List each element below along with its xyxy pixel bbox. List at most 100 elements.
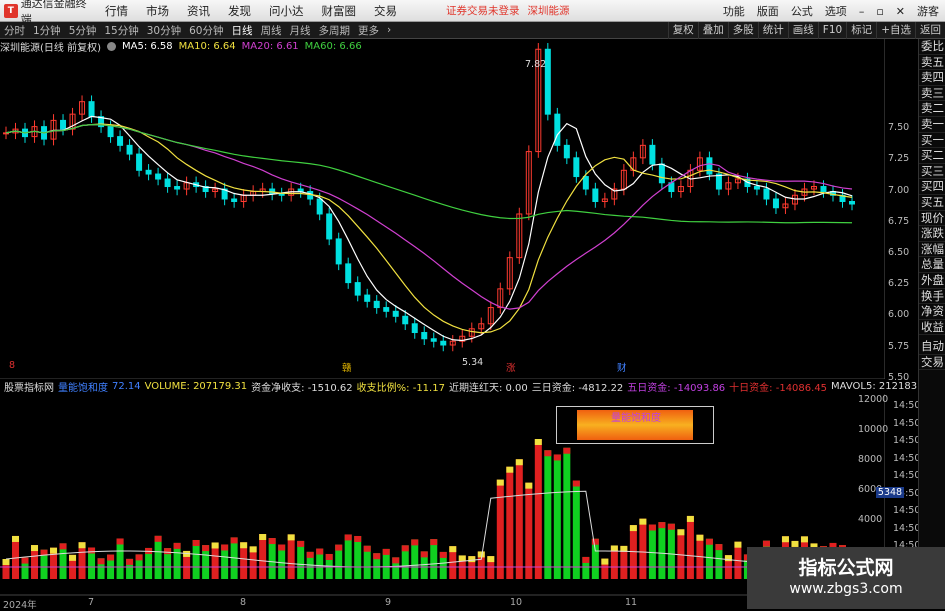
period-multi[interactable]: 多周期 <box>315 23 355 38</box>
sidebar-item[interactable]: 总量 <box>919 257 945 273</box>
price-tick: 7.25 <box>888 153 910 165</box>
sidebar-item[interactable]: 换手 <box>919 289 945 305</box>
volume-bar <box>686 515 694 579</box>
price-tick: 5.75 <box>888 340 910 352</box>
volume-cap <box>420 551 428 558</box>
menu-xuanxiang[interactable]: 选项 <box>819 3 853 19</box>
period-30min[interactable]: 30分钟 <box>143 23 185 38</box>
menu-gongneng[interactable]: 功能 <box>717 3 751 19</box>
sidebar-item[interactable]: 外盘 <box>919 273 945 289</box>
red-days-value: 近期连红天: 0.00 <box>448 383 528 394</box>
maximize-icon[interactable]: ▫ <box>870 5 889 18</box>
period-1min[interactable]: 1分钟 <box>29 23 65 38</box>
event-marker[interactable]: 财 <box>617 360 627 374</box>
sidebar-item[interactable]: 涨跌 <box>919 226 945 242</box>
chevron-right-icon[interactable]: › <box>383 24 395 36</box>
period-5min[interactable]: 5分钟 <box>65 23 101 38</box>
sidebar-item[interactable]: 自动 <box>919 339 945 355</box>
tool-duogu[interactable]: 多股 <box>727 22 758 39</box>
guest-label[interactable]: 游客 <box>911 3 945 19</box>
menu-wenxiaoda[interactable]: 问小达 <box>260 3 313 19</box>
period-15min[interactable]: 15分钟 <box>100 23 142 38</box>
sidebar-item[interactable]: 买五 <box>919 195 945 211</box>
sidebar-item[interactable]: 买二 <box>919 148 945 164</box>
menu-hangqing[interactable]: 行情 <box>96 3 137 19</box>
volume-cap <box>31 545 39 552</box>
tool-huaxian[interactable]: 画线 <box>787 22 818 39</box>
indicator-value: 72.14 <box>112 381 141 392</box>
volume-bar <box>525 482 533 579</box>
tool-fanhui[interactable]: 返回 <box>915 22 945 39</box>
sidebar-item[interactable]: 买一 <box>919 133 945 149</box>
sidebar-item[interactable]: 买三 <box>919 164 945 180</box>
volume-cap <box>240 542 248 549</box>
event-marker[interactable]: 赣 <box>342 360 352 374</box>
candle-body <box>763 188 770 200</box>
menu-shichang[interactable]: 市场 <box>137 3 178 19</box>
candle-body <box>563 144 570 159</box>
tool-tongji[interactable]: 统计 <box>757 22 788 39</box>
tool-f10[interactable]: F10 <box>817 22 846 39</box>
period-month[interactable]: 月线 <box>286 23 315 38</box>
event-marker[interactable]: 8 <box>9 360 15 371</box>
fund5-value: 五日资金: -14093.86 <box>627 383 726 394</box>
volume-cap <box>800 536 808 543</box>
tool-diejia[interactable]: 叠加 <box>697 22 728 39</box>
volume-cap <box>278 544 286 551</box>
candle-body <box>335 238 342 265</box>
sidebar-item[interactable]: 现价 <box>919 211 945 227</box>
price-chart[interactable] <box>0 39 885 609</box>
menu-faxian[interactable]: 发现 <box>219 3 260 19</box>
sidebar-item[interactable]: 买四 <box>919 179 945 195</box>
volume-cap <box>534 439 542 445</box>
menu-jiaoyi[interactable]: 交易 <box>365 3 406 19</box>
volume-cap <box>173 542 181 549</box>
tool-zixuan[interactable]: +自选 <box>876 22 915 39</box>
period-more[interactable]: 更多 <box>354 23 383 38</box>
sidebar-item[interactable]: 卖一 <box>919 117 945 133</box>
candle-body <box>297 188 304 193</box>
price-low-label: 5.34 <box>462 357 484 368</box>
date-label: 9 <box>385 597 392 608</box>
menu-gongshi[interactable]: 公式 <box>785 3 819 19</box>
volume-cap <box>401 545 409 552</box>
sidebar-item[interactable]: 卖五 <box>919 55 945 71</box>
volume-cap <box>563 447 571 454</box>
period-day[interactable]: 日线 <box>228 23 257 38</box>
candle-body <box>155 173 162 180</box>
candle-body <box>174 186 181 190</box>
period-week[interactable]: 周线 <box>257 23 286 38</box>
sidebar-item[interactable]: 卖二 <box>919 101 945 117</box>
candle-body <box>278 193 285 196</box>
sidebar-item[interactable]: 卖四 <box>919 70 945 86</box>
sidebar-item[interactable]: 卖三 <box>919 86 945 102</box>
volume-bar <box>354 535 362 579</box>
close-icon[interactable]: ✕ <box>890 5 911 18</box>
tool-fuquan[interactable]: 复权 <box>667 22 698 39</box>
event-marker[interactable]: 涨 <box>506 360 516 374</box>
sidebar-item[interactable]: 收益 <box>919 320 945 336</box>
period-fenshi[interactable]: 分时 <box>0 23 29 38</box>
volume-cap <box>135 554 143 561</box>
candle-body <box>573 157 580 178</box>
menu-zixun[interactable]: 资讯 <box>178 3 219 19</box>
sidebar-item[interactable]: 委比 <box>919 39 945 55</box>
candle-body <box>107 126 114 138</box>
menu-banmian[interactable]: 版面 <box>751 3 785 19</box>
price-tick: 7.50 <box>888 122 910 134</box>
tool-biaoji[interactable]: 标记 <box>846 22 876 39</box>
menu-caifuquan[interactable]: 财富圈 <box>313 3 366 19</box>
candle-body <box>326 213 333 240</box>
sidebar-item[interactable]: 交易 <box>919 355 945 371</box>
period-60min[interactable]: 60分钟 <box>185 23 227 38</box>
net-flow-value: 资金净收支: -1510.62 <box>251 383 353 394</box>
period-toolbar: 分时 1分钟 5分钟 15分钟 30分钟 60分钟 日线 周线 月线 多周期 更… <box>0 22 945 39</box>
stock-notice[interactable]: 深圳能源 <box>528 3 570 18</box>
minimize-icon[interactable]: – <box>853 5 871 18</box>
candle-body <box>820 186 827 193</box>
login-notice[interactable]: 证券交易未登录 <box>446 3 520 18</box>
saturation-label: 量能饱和度 <box>611 413 661 424</box>
sidebar-item[interactable]: 涨幅 <box>919 242 945 258</box>
volume-cap <box>164 548 172 555</box>
sidebar-item[interactable]: 净资 <box>919 304 945 320</box>
